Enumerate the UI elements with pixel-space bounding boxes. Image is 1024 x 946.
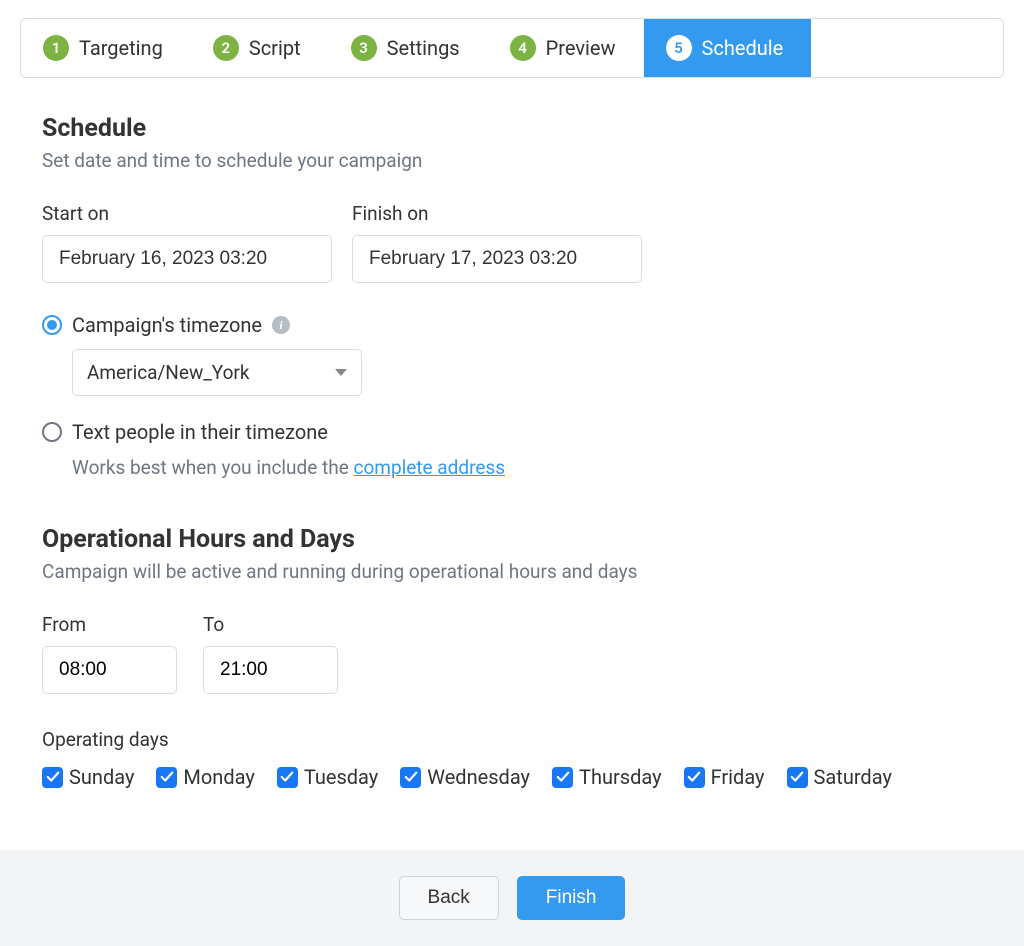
finish-on-label: Finish on (352, 202, 642, 225)
day-checkbox-thursday[interactable]: Thursday (552, 765, 662, 789)
step-label: Settings (387, 36, 460, 60)
day-label: Sunday (69, 765, 134, 789)
step-number: 3 (351, 35, 377, 61)
tab-preview[interactable]: 4 Preview (488, 19, 644, 77)
operating-days-row: Sunday Monday Tuesday Wednesday Thursday… (42, 765, 1002, 789)
wizard-steps: 1 Targeting 2 Script 3 Settings 4 Previe… (20, 18, 1004, 78)
radio-unselected-icon (42, 422, 62, 442)
info-icon[interactable]: i (272, 316, 290, 334)
step-label: Targeting (79, 36, 163, 60)
day-label: Monday (183, 765, 254, 789)
finish-button[interactable]: Finish (517, 876, 626, 920)
step-number: 2 (213, 35, 239, 61)
day-checkbox-saturday[interactable]: Saturday (787, 765, 892, 789)
day-checkbox-sunday[interactable]: Sunday (42, 765, 134, 789)
back-button[interactable]: Back (399, 876, 499, 920)
check-icon (552, 767, 573, 788)
step-number: 5 (666, 35, 692, 61)
day-checkbox-friday[interactable]: Friday (684, 765, 765, 789)
step-number: 4 (510, 35, 536, 61)
tab-script[interactable]: 2 Script (191, 19, 329, 77)
tab-targeting[interactable]: 1 Targeting (21, 19, 191, 77)
radio-campaign-timezone[interactable]: Campaign's timezone i (42, 313, 1002, 337)
step-label: Schedule (702, 36, 784, 60)
check-icon (277, 767, 298, 788)
check-icon (42, 767, 63, 788)
check-icon (787, 767, 808, 788)
day-checkbox-tuesday[interactable]: Tuesday (277, 765, 378, 789)
day-label: Thursday (579, 765, 662, 789)
day-label: Friday (711, 765, 765, 789)
start-on-label: Start on (42, 202, 332, 225)
operational-subtitle: Campaign will be active and running duri… (42, 560, 1002, 583)
chevron-down-icon (335, 369, 347, 376)
radio-label: Text people in their timezone (72, 420, 328, 444)
to-time-input[interactable] (203, 646, 338, 694)
day-checkbox-wednesday[interactable]: Wednesday (400, 765, 530, 789)
hint-text: Works best when you include the (72, 456, 354, 479)
check-icon (684, 767, 705, 788)
from-label: From (42, 613, 177, 636)
step-label: Script (249, 36, 301, 60)
step-number: 1 (43, 35, 69, 61)
timezone-select[interactable]: America/New_York (72, 349, 362, 396)
day-label: Saturday (814, 765, 892, 789)
start-on-input[interactable] (42, 235, 332, 283)
to-label: To (203, 613, 338, 636)
check-icon (156, 767, 177, 788)
schedule-subtitle: Set date and time to schedule your campa… (42, 149, 1002, 172)
wizard-footer: Back Finish (0, 850, 1024, 946)
day-label: Wednesday (427, 765, 530, 789)
timezone-value: America/New_York (87, 361, 250, 384)
operational-title: Operational Hours and Days (42, 525, 1002, 554)
schedule-title: Schedule (42, 114, 1002, 143)
day-checkbox-monday[interactable]: Monday (156, 765, 254, 789)
tab-settings[interactable]: 3 Settings (329, 19, 488, 77)
tab-schedule[interactable]: 5 Schedule (644, 19, 812, 77)
radio-recipient-timezone[interactable]: Text people in their timezone (42, 420, 1002, 444)
step-label: Preview (546, 36, 616, 60)
recipient-timezone-hint: Works best when you include the complete… (72, 456, 1002, 479)
operating-days-label: Operating days (42, 728, 1002, 751)
finish-on-input[interactable] (352, 235, 642, 283)
check-icon (400, 767, 421, 788)
from-time-input[interactable] (42, 646, 177, 694)
complete-address-link[interactable]: complete address (354, 456, 506, 479)
day-label: Tuesday (304, 765, 378, 789)
radio-label: Campaign's timezone (72, 313, 262, 337)
radio-selected-icon (42, 315, 62, 335)
